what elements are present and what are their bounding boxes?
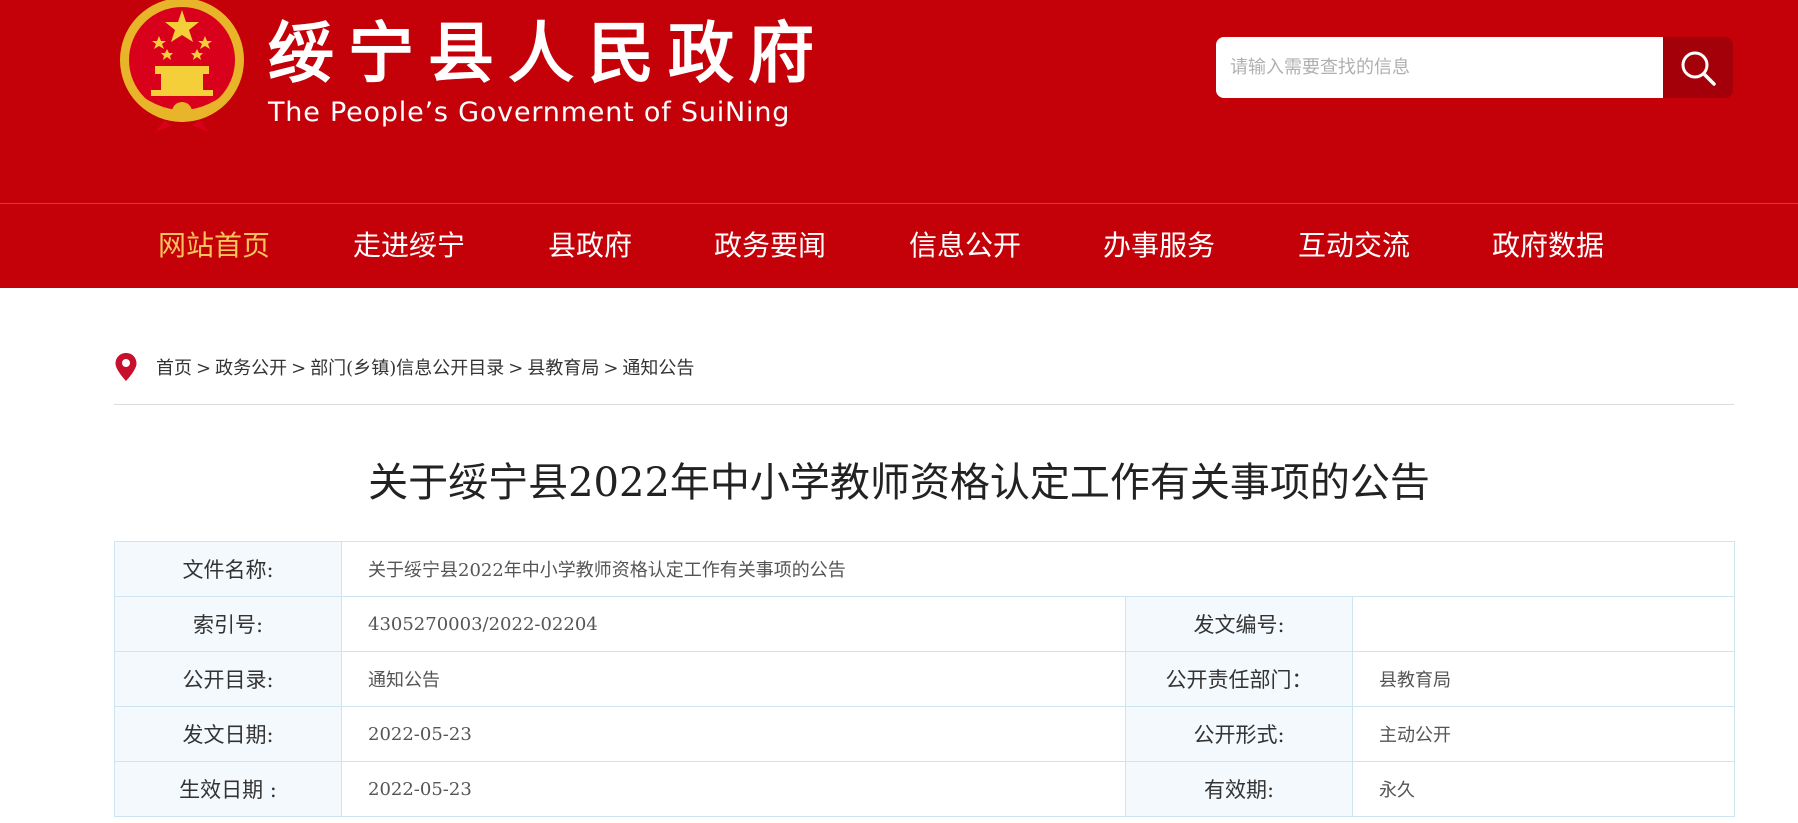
breadcrumb-home[interactable]: 首页 [156,358,192,379]
table-row: 索引号: 4305270003/2022-02204 发文编号: [114,596,1736,652]
nav-item-disclosure[interactable]: 信息公开 [909,228,1021,264]
nav-item-news[interactable]: 政务要闻 [714,228,826,264]
breadcrumb-gov-affairs[interactable]: 政务公开 [215,358,287,379]
nav-item-about[interactable]: 走进绥宁 [353,228,465,264]
issue-date-label: 发文日期: [114,706,342,762]
effective-date-label: 生效日期 : [114,761,342,817]
nav-item-county-government[interactable]: 县政府 [548,228,632,264]
department-value: 县教育局 [1351,651,1736,707]
breadcrumb-separator: > [508,358,524,379]
site-title: 绥宁县人民政府 [268,15,828,92]
disclosure-form-label: 公开形式: [1125,706,1353,762]
breadcrumb-separator: > [603,358,619,379]
nav-item-interaction[interactable]: 互动交流 [1298,228,1410,264]
doc-number-value [1351,596,1736,652]
site-subtitle: The People’s Government of SuiNing [268,97,791,128]
nav-item-data[interactable]: 政府数据 [1492,228,1604,264]
issue-date-value: 2022-05-23 [341,706,1126,762]
article-title: 关于绥宁县2022年中小学教师资格认定工作有关事项的公告 [368,460,1430,506]
site-header: 绥宁县人民政府 The People’s Government of SuiNi… [0,0,1798,203]
breadcrumb-divider [114,404,1734,405]
search-input[interactable] [1216,37,1663,98]
index-value: 4305270003/2022-02204 [341,596,1126,652]
table-row: 公开目录: 通知公告 公开责任部门： 县教育局 [114,651,1736,707]
main-nav: 网站首页 走进绥宁 县政府 政务要闻 信息公开 办事服务 互动交流 政府数据 [0,203,1798,288]
disclosure-form-value: 主动公开 [1351,706,1736,762]
doc-number-label: 发文编号: [1125,596,1353,652]
catalog-label: 公开目录: [114,651,342,707]
national-emblem-icon [120,0,244,132]
breadcrumb-separator: > [291,358,307,379]
nav-item-home[interactable]: 网站首页 [158,228,270,264]
table-row: 文件名称: 关于绥宁县2022年中小学教师资格认定工作有关事项的公告 [114,541,1736,597]
nav-item-services[interactable]: 办事服务 [1103,228,1215,264]
table-row: 生效日期 : 2022-05-23 有效期: 永久 [114,761,1736,817]
breadcrumb-education-bureau[interactable]: 县教育局 [527,358,599,379]
effective-date-value: 2022-05-23 [341,761,1126,817]
breadcrumb: 首页 > 政务公开 > 部门(乡镇)信息公开目录 > 县教育局 > 通知公告 [114,352,694,382]
file-name-label: 文件名称: [114,541,342,597]
search-icon [1681,51,1716,86]
index-label: 索引号: [114,596,342,652]
file-name-value: 关于绥宁县2022年中小学教师资格认定工作有关事项的公告 [340,541,1736,597]
document-meta-table: 文件名称: 关于绥宁县2022年中小学教师资格认定工作有关事项的公告 索引号: … [114,541,1736,817]
validity-value: 永久 [1351,761,1736,817]
department-label: 公开责任部门： [1125,651,1353,707]
breadcrumb-dept-catalog[interactable]: 部门(乡镇)信息公开目录 [310,358,504,379]
validity-label: 有效期: [1125,761,1353,817]
breadcrumb-separator: > [196,358,212,379]
table-row: 发文日期: 2022-05-23 公开形式: 主动公开 [114,706,1736,762]
breadcrumb-notices[interactable]: 通知公告 [622,358,694,379]
location-pin-icon [115,353,137,381]
catalog-value: 通知公告 [341,651,1126,707]
search-button[interactable] [1663,37,1733,98]
